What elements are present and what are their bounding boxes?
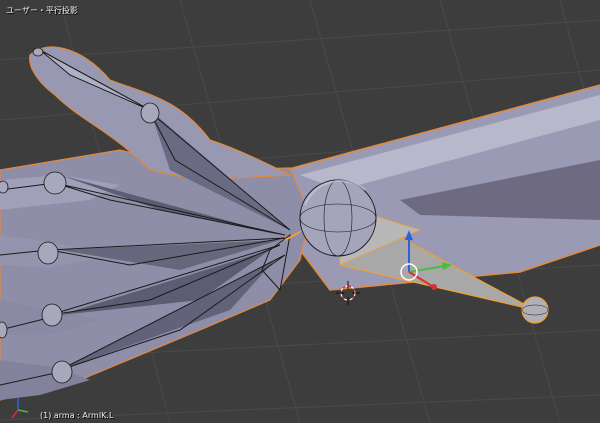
view-mode-label: ユーザー・平行投影	[6, 6, 78, 15]
joint-index	[43, 171, 67, 195]
joint-edge-2	[0, 321, 8, 339]
joint-ring	[41, 303, 63, 327]
joint-thumb-mid	[140, 102, 160, 124]
joint-middle	[37, 241, 59, 265]
joint-bone-tip[interactable]	[521, 296, 549, 324]
joint-little	[51, 360, 73, 384]
scene-canvas[interactable]	[0, 0, 600, 423]
3d-viewport[interactable]: ユーザー・平行投影 (1) arma : ArmIK.L	[0, 0, 600, 423]
joint-thumb-tip	[32, 47, 44, 57]
joint-wrist[interactable]	[299, 179, 377, 257]
active-object-label: (1) arma : ArmIK.L	[40, 411, 114, 420]
joint-edge-1	[0, 180, 9, 194]
